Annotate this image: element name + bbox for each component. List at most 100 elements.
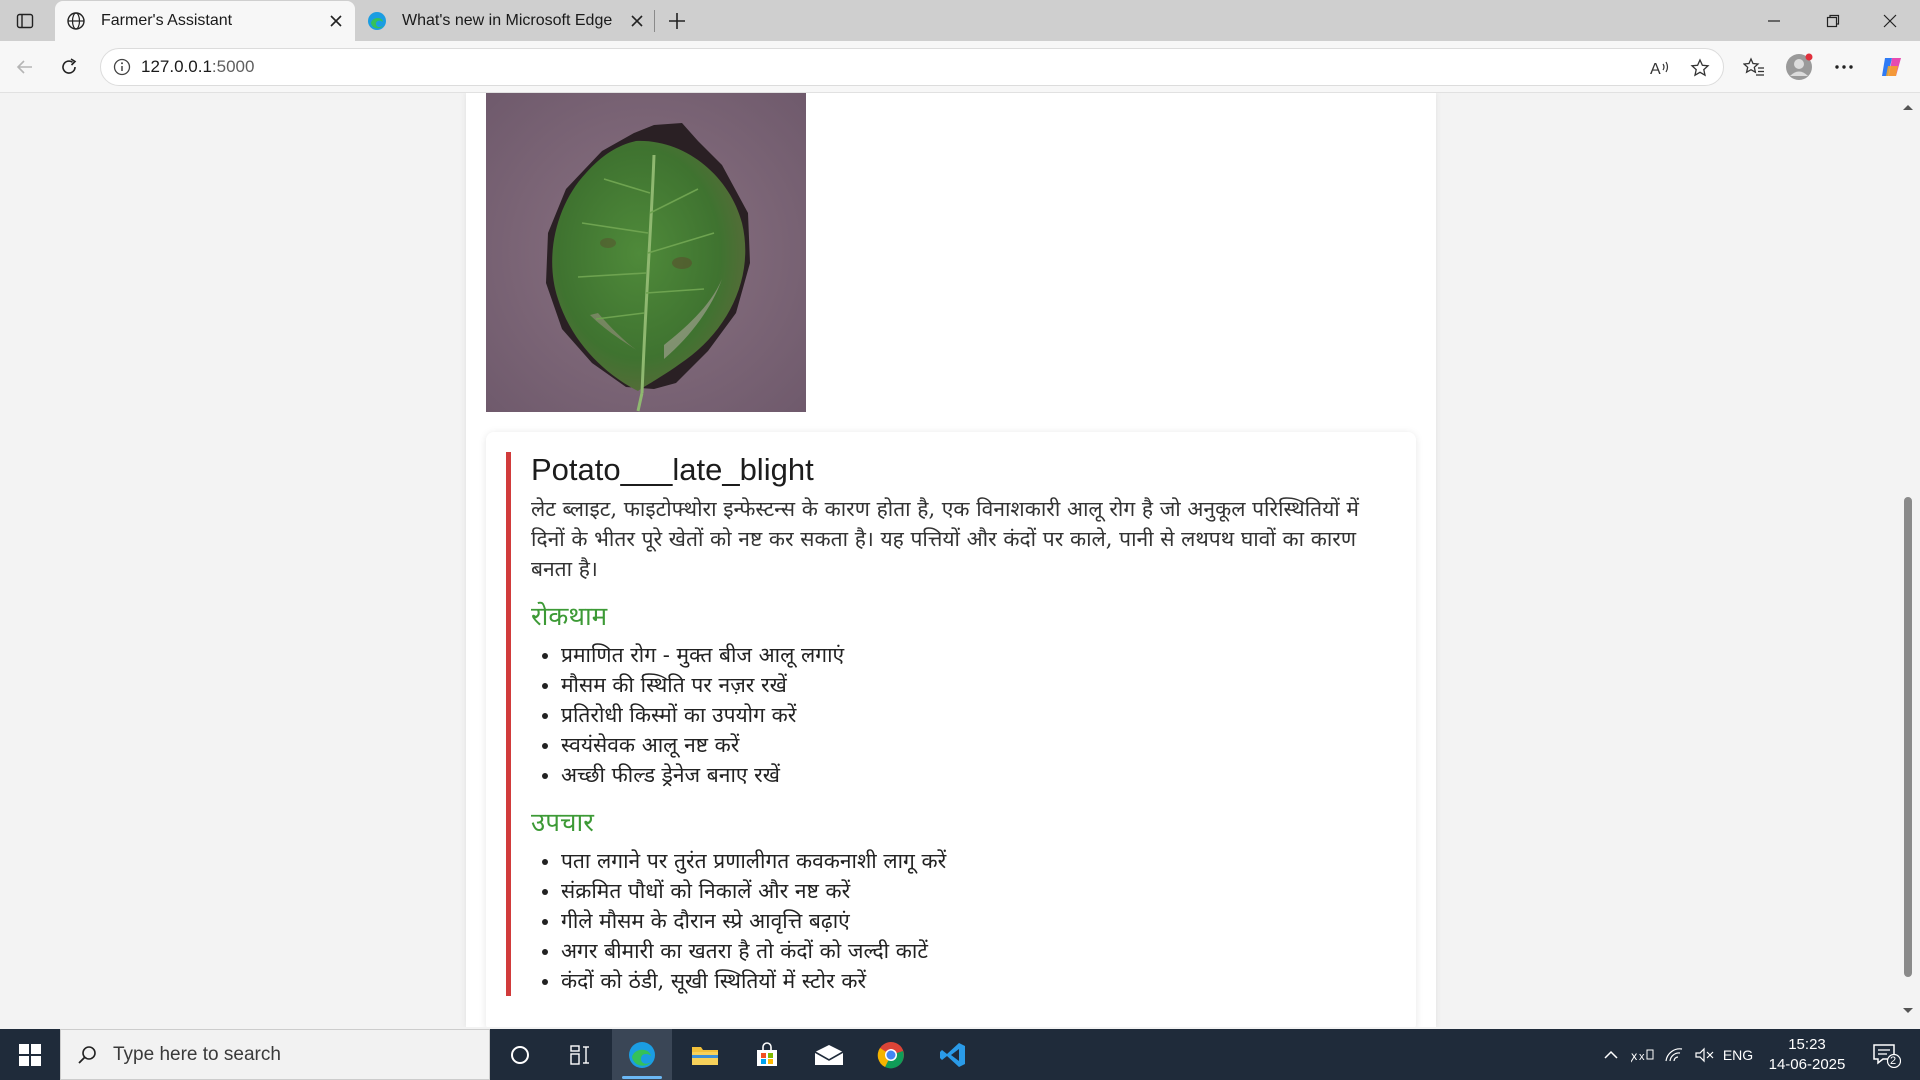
edge-icon [629, 1041, 655, 1068]
notification-center-button[interactable]: 2 [1860, 1029, 1912, 1080]
tab-whats-new-edge[interactable]: What's new in Microsoft Edge [356, 1, 656, 41]
task-view-button[interactable] [550, 1029, 610, 1080]
prevention-list: प्रमाणित रोग - मुक्त बीज आलू लगाएं मौसम … [561, 640, 1376, 790]
plus-icon [669, 13, 685, 29]
taskbar-clock[interactable]: 15:23 14-06-2025 [1760, 1035, 1854, 1075]
url-text: 127.0.0.1:5000 [141, 57, 254, 77]
list-item: अगर बीमारी का खतरा है तो कंदों को जल्दी … [561, 936, 1376, 966]
prevention-heading: रोकथाम [531, 602, 608, 632]
site-info-icon[interactable] [103, 48, 141, 86]
tab-actions-icon [16, 13, 34, 29]
page-viewport: Potato___late_blight लेट ब्लाइट, फाइटोफ्… [0, 93, 1920, 1027]
main-container: Potato___late_blight लेट ब्लाइट, फाइटोफ्… [466, 93, 1436, 1027]
search-placeholder: Type here to search [113, 1043, 281, 1065]
taskbar-file-explorer[interactable] [675, 1029, 735, 1080]
folder-icon [692, 1046, 718, 1065]
diagnosis-result-card: Potato___late_blight लेट ब्लाइट, फाइटोफ्… [486, 432, 1416, 1027]
scroll-up-arrow-icon[interactable] [1902, 101, 1914, 113]
store-bag-icon [757, 1041, 777, 1066]
result-content: Potato___late_blight लेट ब्लाइट, फाइटोफ्… [506, 452, 1396, 996]
vscode-icon [940, 1042, 965, 1067]
new-tab-button[interactable] [662, 6, 692, 36]
cortana-button[interactable] [490, 1029, 550, 1080]
favorites-button[interactable] [1737, 50, 1771, 84]
cortana-circle-icon [511, 1045, 529, 1064]
scrollbar-thumb[interactable] [1904, 497, 1912, 977]
taskbar-search-box[interactable]: Type here to search [60, 1029, 490, 1080]
svg-text:ꭙ: ꭙ [1631, 1049, 1638, 1063]
tab-title: Farmer's Assistant [101, 12, 233, 29]
list-item: मौसम की स्थिति पर नज़र रखें [561, 670, 1376, 700]
minimize-button[interactable] [1746, 0, 1802, 41]
favorites-list-icon [1743, 57, 1764, 76]
chevron-up-icon [1604, 1050, 1618, 1059]
disease-name: Potato___late_blight [531, 452, 814, 487]
show-hidden-icons-button[interactable] [1598, 1029, 1624, 1080]
restore-icon [1826, 14, 1840, 27]
close-tab-icon[interactable] [622, 6, 652, 36]
language-indicator[interactable]: ENG [1718, 1029, 1758, 1080]
minimize-icon [1768, 19, 1780, 22]
list-item: संक्रमित पौधों को निकालें और नष्ट करें [561, 876, 1376, 906]
edge-icon [366, 10, 388, 32]
tab-strip: Farmer's Assistant What's new in Microso… [0, 0, 1920, 41]
settings-more-button[interactable] [1827, 50, 1861, 84]
windows-logo-icon [19, 1043, 41, 1066]
url-host: 127.0.0.1 [141, 57, 212, 76]
list-item: स्वयंसेवक आलू नष्ट करें [561, 730, 1376, 760]
tab-actions-button[interactable] [12, 8, 38, 34]
windows-taskbar: Type here to search ꭙx ENG 15:23 14-06-2… [0, 1029, 1920, 1080]
tab-separator [654, 10, 655, 32]
close-window-button[interactable] [1862, 0, 1918, 41]
network-icon[interactable] [1660, 1029, 1688, 1080]
tab-farmers-assistant[interactable]: Farmer's Assistant [55, 1, 355, 41]
uploaded-leaf-image [486, 93, 806, 412]
list-item: प्रतिरोधी किस्मों का उपयोग करें [561, 700, 1376, 730]
more-dots-icon [1835, 65, 1853, 69]
tab-title: What's new in Microsoft Edge [402, 12, 613, 29]
chrome-icon [877, 1041, 904, 1068]
favorite-star-icon[interactable] [1683, 51, 1717, 85]
treatment-list: पता लगाने पर तुरंत प्रणालीगत कवकनाशी लाग… [561, 846, 1376, 996]
copilot-icon [1882, 58, 1901, 76]
address-bar[interactable]: 127.0.0.1:5000 A [100, 48, 1724, 86]
list-item: कंदों को ठंडी, सूखी स्थितियों में स्टोर … [561, 966, 1376, 996]
list-item: गीले मौसम के दौरान स्प्रे आवृत्ति बढ़ाएं [561, 906, 1376, 936]
disease-description: लेट ब्लाइट, फाइटोफ्थोरा इन्फेस्टन्स के क… [531, 497, 1359, 581]
search-icon [61, 1045, 113, 1065]
refresh-icon [62, 58, 77, 74]
taskbar-vscode[interactable] [923, 1029, 983, 1080]
restore-button[interactable] [1805, 0, 1861, 41]
list-item: अच्छी फील्ड ड्रेनेज बनाए रखें [561, 760, 1376, 790]
svg-text:x: x [1639, 1051, 1645, 1063]
globe-icon [65, 10, 87, 32]
mail-icon [814, 1044, 844, 1065]
browser-toolbar: 127.0.0.1:5000 A [0, 41, 1920, 93]
copilot-button[interactable] [1875, 50, 1909, 84]
list-item: प्रमाणित रोग - मुक्त बीज आलू लगाएं [561, 640, 1376, 670]
start-button[interactable] [0, 1029, 60, 1080]
avatar-icon [1786, 53, 1813, 80]
scroll-down-arrow-icon[interactable] [1902, 1005, 1914, 1017]
close-tab-icon[interactable] [321, 6, 351, 36]
back-arrow-icon [16, 60, 32, 74]
notification-count: 2 [1890, 1055, 1897, 1067]
clock-date: 14-06-2025 [1768, 1056, 1846, 1073]
refresh-button[interactable] [52, 50, 86, 84]
read-aloud-icon[interactable]: A [1643, 51, 1677, 85]
volume-muted-icon[interactable] [1690, 1029, 1718, 1080]
taskbar-edge-app[interactable] [612, 1029, 672, 1080]
profile-button[interactable] [1782, 50, 1816, 84]
taskbar-store[interactable] [737, 1029, 797, 1080]
active-app-indicator [622, 1076, 662, 1079]
url-port: :5000 [211, 57, 255, 76]
treatment-heading: उपचार [531, 808, 594, 838]
taskbar-chrome[interactable] [861, 1029, 921, 1080]
svg-text:A: A [1650, 61, 1661, 78]
clock-time: 15:23 [1788, 1036, 1826, 1053]
ime-icon[interactable]: ꭙx [1628, 1029, 1658, 1080]
back-button[interactable] [8, 50, 42, 84]
task-view-icon [570, 1044, 589, 1065]
page-scrollbar[interactable] [1896, 93, 1920, 1027]
taskbar-mail[interactable] [799, 1029, 859, 1080]
